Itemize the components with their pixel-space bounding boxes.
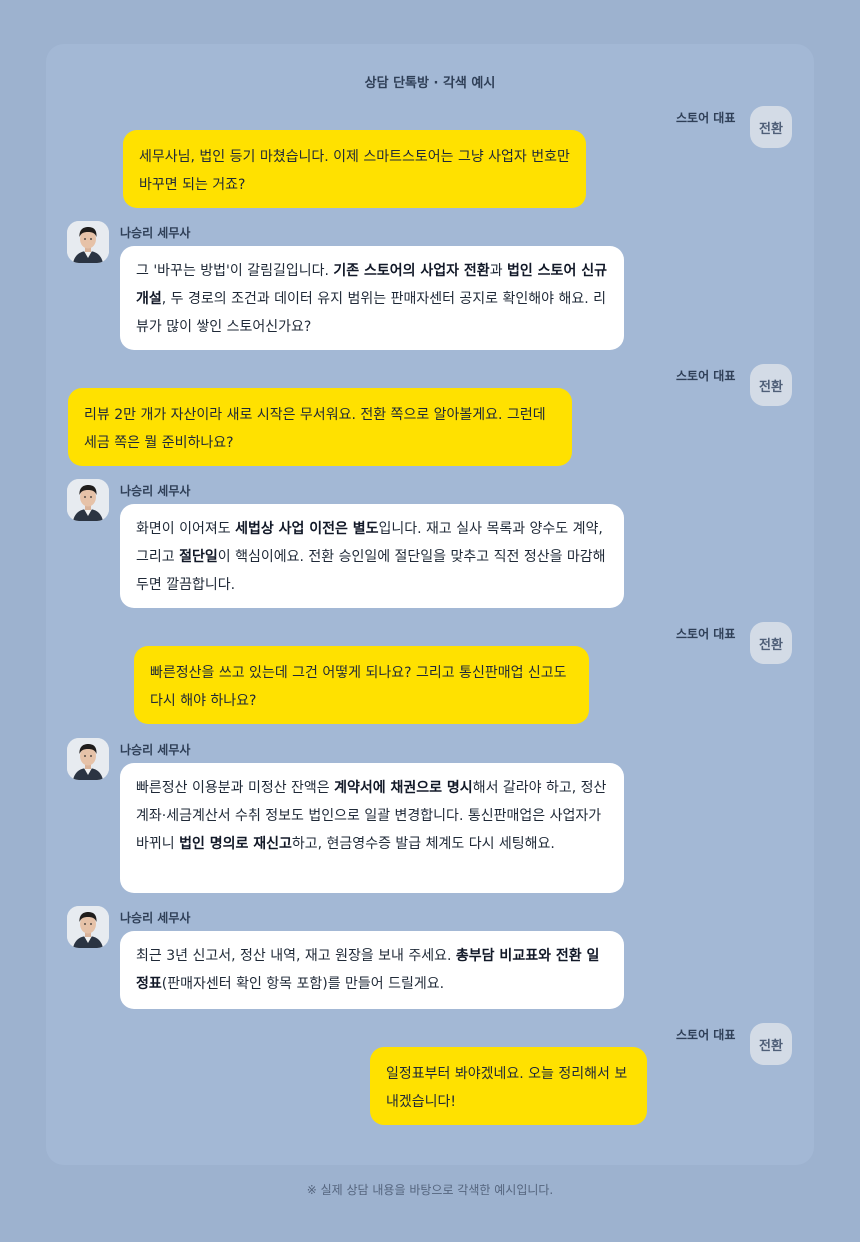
message-text: 최근 3년 신고서, 정산 내역, 재고 원장을 보내 주세요.	[136, 948, 456, 964]
chat-room-title: 상담 단톡방 · 각색 예시	[364, 76, 496, 91]
advisor-message-bubble: 빠른정산 이용분과 미정산 잔액은 계약서에 채권으로 명시해서 갈라야 하고,…	[120, 763, 624, 893]
disclaimer-footnote: ※ 실제 상담 내용을 바탕으로 각색한 예시입니다.	[306, 1183, 554, 1197]
user-sender-name: 스토어 대표	[676, 1028, 736, 1042]
message-text: 빠른정산 이용분과 미정산 잔액은	[136, 780, 335, 796]
advisor-sender-name: 나승리 세무사	[120, 911, 191, 925]
advisor-sender-name: 나승리 세무사	[120, 226, 191, 240]
user-message-bubble: 빠른정산을 쓰고 있는데 그건 어떻게 되나요? 그리고 통신판매업 신고도 다…	[134, 646, 589, 724]
message-text: 일정표부터 봐야겠네요. 오늘 정리해서 보내겠습니다!	[386, 1066, 628, 1110]
advisor-message-bubble: 그 '바꾸는 방법'이 갈림길입니다. 기존 스토어의 사업자 전환과 법인 스…	[120, 246, 624, 350]
user-sender-name: 스토어 대표	[676, 111, 736, 125]
message-emphasis: 절단일	[179, 549, 218, 565]
advisor-avatar[interactable]	[67, 221, 109, 263]
message-text: 리뷰 2만 개가 자산이라 새로 시작은 무서워요. 전환 쪽으로 알아볼게요.…	[84, 407, 546, 451]
message-emphasis: 법인 명의로 재신고	[179, 836, 292, 852]
user-message-bubble: 리뷰 2만 개가 자산이라 새로 시작은 무서워요. 전환 쪽으로 알아볼게요.…	[68, 388, 572, 466]
message-text: 화면이 이어져도	[136, 521, 236, 537]
user-avatar[interactable]: 전환	[750, 1023, 792, 1065]
message-text: 하고, 현금영수증 발급 체계도 다시 세팅해요.	[291, 836, 555, 852]
advisor-message-bubble: 최근 3년 신고서, 정산 내역, 재고 원장을 보내 주세요. 총부담 비교표…	[120, 931, 624, 1009]
user-message-bubble: 일정표부터 봐야겠네요. 오늘 정리해서 보내겠습니다!	[370, 1047, 647, 1125]
user-sender-name: 스토어 대표	[676, 627, 736, 641]
advisor-avatar[interactable]	[67, 906, 109, 948]
user-sender-name: 스토어 대표	[676, 369, 736, 383]
message-text: 세무사님, 법인 등기 마쳤습니다. 이제 스마트스토어는 그냥 사업자 번호만…	[139, 149, 570, 193]
user-avatar[interactable]: 전환	[750, 364, 792, 406]
message-text: 그 '바꾸는 방법'이 갈림길입니다.	[136, 263, 334, 279]
message-emphasis: 기존 스토어의 사업자 전환	[333, 263, 490, 279]
advisor-sender-name: 나승리 세무사	[120, 484, 191, 498]
user-avatar[interactable]: 전환	[750, 106, 792, 148]
advisor-avatar[interactable]	[67, 479, 109, 521]
message-emphasis: 세법상 사업 이전은 별도	[235, 521, 379, 537]
user-avatar[interactable]: 전환	[750, 622, 792, 664]
user-message-bubble: 세무사님, 법인 등기 마쳤습니다. 이제 스마트스토어는 그냥 사업자 번호만…	[123, 130, 586, 208]
message-text: 빠른정산을 쓰고 있는데 그건 어떻게 되나요? 그리고 통신판매업 신고도 다…	[150, 665, 567, 709]
message-text: , 두 경로의 조건과 데이터 유지 범위는 판매자센터 공지로 확인해야 해요…	[136, 291, 607, 335]
message-emphasis: 계약서에 채권으로 명시	[334, 780, 473, 796]
message-text: (판매자센터 확인 항목 포함)를 만들어 드릴게요.	[161, 976, 445, 992]
advisor-sender-name: 나승리 세무사	[120, 743, 191, 757]
message-text: 과	[489, 263, 508, 279]
advisor-avatar[interactable]	[67, 738, 109, 780]
advisor-message-bubble: 화면이 이어져도 세법상 사업 이전은 별도입니다. 재고 실사 목록과 양수도…	[120, 504, 624, 608]
